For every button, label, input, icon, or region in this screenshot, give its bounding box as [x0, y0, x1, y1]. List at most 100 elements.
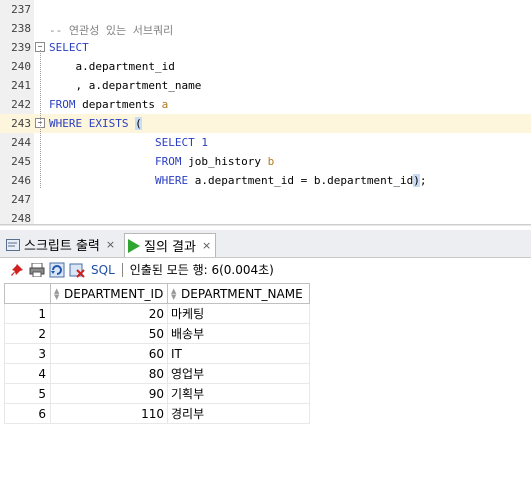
department-name-cell[interactable]: 기획부 — [167, 383, 310, 404]
code-text: FROM job_history b — [49, 155, 274, 168]
code-token: ; — [419, 174, 427, 187]
line-number: 242 — [11, 98, 31, 111]
code-line[interactable]: 244 SELECT 1 — [0, 133, 531, 152]
pin-icon[interactable] — [9, 262, 25, 278]
table-row[interactable]: 1 20 마케팅 — [4, 303, 310, 324]
row-number: 1 — [4, 303, 51, 324]
department-id-cell[interactable]: 50 — [50, 323, 168, 344]
department-name-cell[interactable]: 마케팅 — [167, 303, 310, 324]
line-number: 240 — [11, 60, 31, 73]
line-number: 243 — [11, 117, 31, 130]
row-number: 2 — [4, 323, 51, 344]
department-name-cell[interactable]: IT — [167, 343, 310, 364]
code-line[interactable]: 237 — [0, 0, 531, 19]
sort-icon: ▲ ▼ — [54, 287, 60, 301]
code-text: SELECT 1 — [49, 136, 208, 149]
department-name-cell[interactable]: 경리부 — [167, 403, 310, 424]
line-number: 247 — [11, 193, 31, 206]
code-token: SELECT — [49, 41, 89, 54]
column-header-department-name[interactable]: ▲ ▼ DEPARTMENT_NAME — [167, 283, 310, 304]
row-number-header — [4, 283, 51, 304]
department-name-cell[interactable]: 배송부 — [167, 323, 310, 344]
cancel-icon[interactable] — [69, 262, 85, 278]
code-token: SELECT 1 — [154, 136, 208, 149]
table-row[interactable]: 3 60 IT — [4, 343, 310, 364]
editor-horizontal-scrollbar[interactable] — [0, 224, 531, 226]
code-token: ) — [413, 174, 420, 187]
code-line[interactable]: 242 FROM departments a — [0, 95, 531, 114]
row-number: 4 — [4, 363, 51, 384]
code-token: a.department_id — [49, 60, 175, 73]
code-text: FROM departments a — [49, 98, 168, 111]
code-text: , a.department_name — [49, 79, 201, 92]
code-token: a — [161, 98, 169, 111]
code-token: ( — [135, 117, 142, 130]
tab-script-output[interactable]: 스크립트 출력 × — [6, 233, 115, 256]
code-token: FROM — [154, 155, 182, 168]
code-line[interactable]: 238 -- 연관성 있는 서브쿼리 — [0, 19, 531, 38]
toolbar-divider — [121, 262, 123, 277]
line-number: 238 — [11, 22, 31, 35]
department-id-cell[interactable]: 90 — [50, 383, 168, 404]
row-number: 5 — [4, 383, 51, 404]
code-token: departments — [75, 98, 162, 111]
fold-guide — [40, 50, 41, 188]
run-icon — [127, 238, 141, 253]
print-icon[interactable] — [29, 262, 45, 278]
code-token: job_history — [181, 155, 268, 168]
table-row[interactable]: 4 80 영업부 — [4, 363, 310, 384]
tab-query-result-label: 질의 결과 — [144, 240, 196, 255]
table-row[interactable]: 6 110 경리부 — [4, 403, 310, 424]
department-id-cell[interactable]: 20 — [50, 303, 168, 324]
code-token: a.department_id = b.department_id — [188, 174, 414, 187]
department-id-cell[interactable]: 80 — [50, 363, 168, 384]
code-text: SELECT — [49, 41, 89, 54]
code-line[interactable]: 245 FROM job_history b — [0, 152, 531, 171]
script-output-icon — [6, 238, 20, 251]
line-number: 241 — [11, 79, 31, 92]
close-icon[interactable]: × — [202, 239, 211, 252]
code-text: WHERE a.department_id = b.department_id)… — [49, 174, 427, 187]
code-text: -- 연관성 있는 서브쿼리 — [49, 22, 173, 38]
line-number: 246 — [11, 174, 31, 187]
line-number: 237 — [11, 3, 31, 16]
code-line[interactable]: 241 , a.department_name — [0, 76, 531, 95]
department-id-cell[interactable]: 60 — [50, 343, 168, 364]
line-number: 239 — [11, 41, 31, 54]
table-row[interactable]: 2 50 배송부 — [4, 323, 310, 344]
code-line[interactable]: 247 — [0, 190, 531, 209]
code-token: , a.department_name — [49, 79, 202, 92]
code-text: WHERE EXISTS ( — [49, 117, 142, 130]
output-tab-bar: 스크립트 출력 × 질의 결과 × — [0, 230, 531, 258]
code-line[interactable]: 240 a.department_id — [0, 57, 531, 76]
tab-script-output-label: 스크립트 출력 — [24, 239, 100, 254]
close-icon[interactable]: × — [106, 238, 115, 251]
code-token: WHERE — [154, 174, 189, 187]
department-id-cell[interactable]: 110 — [50, 403, 168, 424]
line-number: 245 — [11, 155, 31, 168]
sql-button[interactable]: SQL — [91, 263, 115, 277]
fetch-status: 인출된 모든 행: 6(0.004초) — [129, 263, 274, 277]
sort-icon: ▲ ▼ — [171, 287, 177, 301]
row-number: 3 — [4, 343, 51, 364]
result-grid[interactable]: ▲ ▼ DEPARTMENT_ID ▲ ▼ DEPARTMENT_NAME 1 20 마케팅… — [0, 283, 531, 486]
sql-editor[interactable]: 237 238 -- 연관성 있는 서브쿼리 239− SELECT 240 a.depa… — [0, 0, 531, 226]
code-line[interactable]: 243− WHERE EXISTS ( — [0, 114, 531, 133]
refresh-icon[interactable] — [49, 262, 65, 278]
code-line[interactable]: 246 WHERE a.department_id = b.department… — [0, 171, 531, 190]
department-name-cell[interactable]: 영업부 — [167, 363, 310, 384]
tab-query-result[interactable]: 질의 결과 × — [124, 233, 217, 257]
code-text: a.department_id — [49, 60, 175, 73]
result-toolbar: SQL 인출된 모든 행: 6(0.004초) — [0, 258, 531, 281]
table-row[interactable]: 5 90 기획부 — [4, 383, 310, 404]
column-header-label: DEPARTMENT_ID — [64, 286, 164, 301]
code-line[interactable]: 239− SELECT — [0, 38, 531, 57]
code-token: -- 연관성 있는 서브쿼리 — [49, 24, 174, 37]
code-token: WHERE EXISTS — [49, 117, 129, 130]
code-token: b — [267, 155, 275, 168]
line-number: 244 — [11, 136, 31, 149]
column-header-department-id[interactable]: ▲ ▼ DEPARTMENT_ID — [50, 283, 168, 304]
